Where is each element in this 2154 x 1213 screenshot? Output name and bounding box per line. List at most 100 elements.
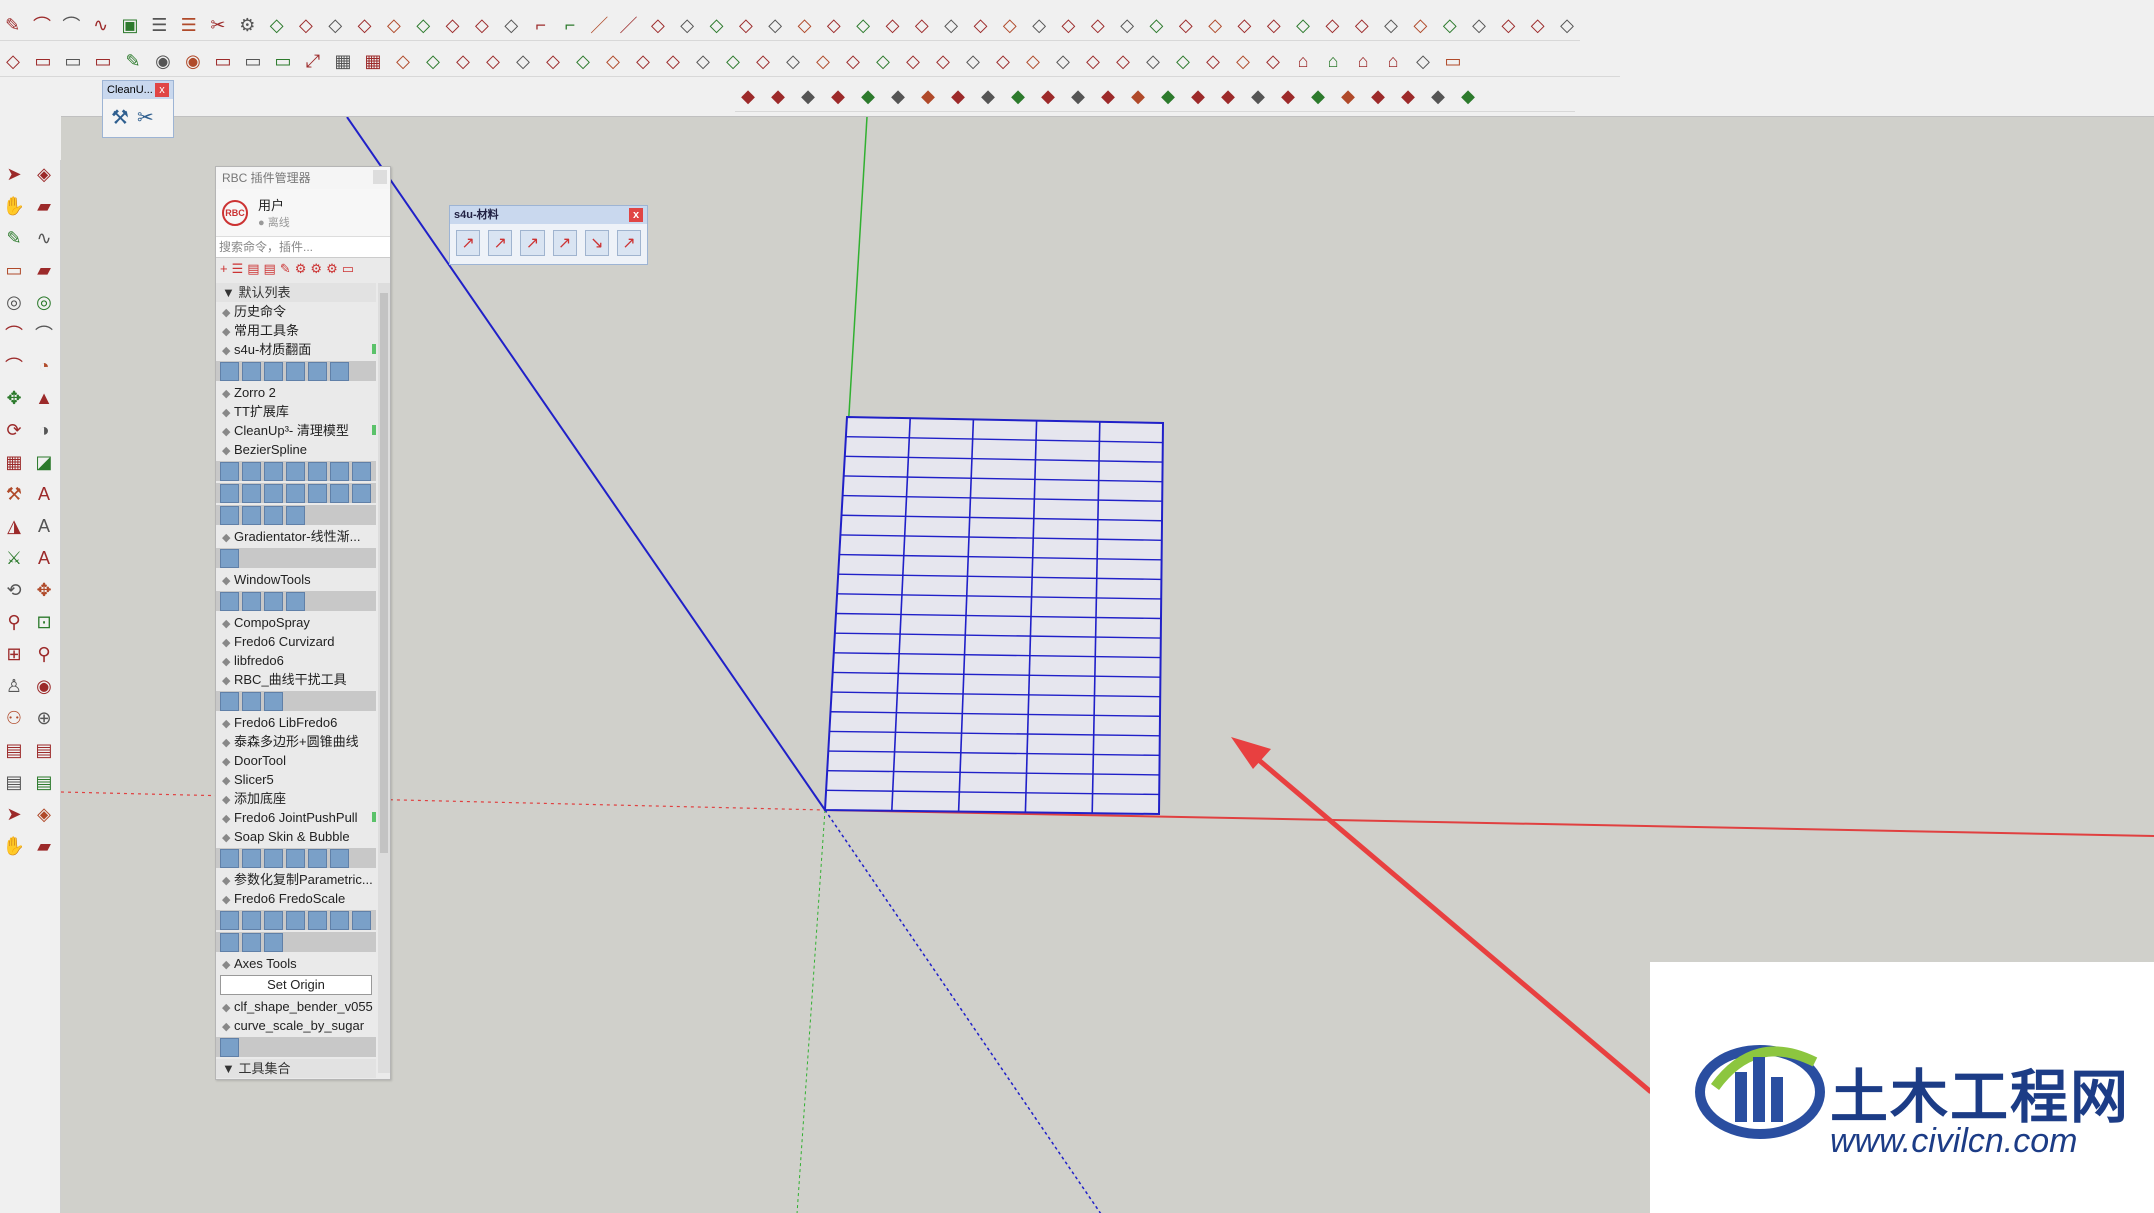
extents-icon[interactable]: ⊞ bbox=[0, 640, 28, 668]
cut-icon[interactable]: ✂ bbox=[205, 12, 230, 38]
plugin-tool-icon[interactable] bbox=[220, 548, 239, 568]
box-icon[interactable]: ◆ bbox=[1215, 83, 1241, 109]
plugin-tool-icon[interactable] bbox=[220, 591, 239, 611]
plugin-tool-icon[interactable] bbox=[286, 505, 305, 525]
eraser-icon[interactable]: ▰ bbox=[30, 832, 58, 860]
tool-icon[interactable]: ◇ bbox=[600, 48, 626, 74]
shape-icon[interactable]: ◇ bbox=[1349, 12, 1374, 38]
footprint-icon[interactable]: ⚇ bbox=[0, 704, 28, 732]
plugin-tool-icon[interactable] bbox=[220, 505, 239, 525]
text-icon[interactable]: ▭ bbox=[60, 48, 86, 74]
list-item[interactable]: ◆ Soap Skin & Bubble bbox=[216, 827, 376, 846]
pen-icon[interactable]: ✎ bbox=[280, 261, 291, 277]
plugin-tool-icon[interactable] bbox=[308, 483, 327, 503]
box-icon[interactable]: ◆ bbox=[1035, 83, 1061, 109]
list-item[interactable]: ◆ Fredo6 Curvizard bbox=[216, 632, 376, 651]
plugin-tool-icon[interactable] bbox=[286, 483, 305, 503]
eye-icon[interactable]: ◉ bbox=[30, 672, 58, 700]
push-icon[interactable]: ▲ bbox=[30, 384, 58, 412]
shape-icon[interactable]: ◇ bbox=[381, 12, 406, 38]
pie-icon[interactable]: ◔ bbox=[30, 352, 58, 380]
shape-icon[interactable]: ◇ bbox=[1173, 12, 1198, 38]
plugin-tool-icon[interactable] bbox=[264, 505, 283, 525]
shape-icon[interactable]: ◇ bbox=[1408, 12, 1433, 38]
tool-icon[interactable]: ◇ bbox=[510, 48, 536, 74]
list-section[interactable]: ▼ 工具集合 bbox=[216, 1059, 376, 1078]
shape-icon[interactable]: ◇ bbox=[1466, 12, 1491, 38]
plugin-tool-icon[interactable] bbox=[242, 848, 261, 868]
shape-icon[interactable]: ◇ bbox=[1378, 12, 1403, 38]
plugin-tool-icon[interactable] bbox=[242, 461, 261, 481]
box-icon[interactable]: ◆ bbox=[1305, 83, 1331, 109]
shape-icon[interactable]: ◇ bbox=[1496, 12, 1521, 38]
plugin-tool-icon[interactable] bbox=[308, 910, 327, 930]
shape-icon[interactable]: ◇ bbox=[968, 12, 993, 38]
tape-icon[interactable]: ⚒ bbox=[0, 480, 28, 508]
house-icon[interactable]: ⌂ bbox=[1350, 48, 1376, 74]
list-item[interactable]: ◆ Gradientator-线性渐... bbox=[216, 527, 376, 546]
tool-icon[interactable]: ◇ bbox=[630, 48, 656, 74]
arc-icon[interactable]: ⌒ bbox=[29, 12, 54, 38]
plugin-tool-icon[interactable] bbox=[286, 910, 305, 930]
shape-icon[interactable]: ◇ bbox=[821, 12, 846, 38]
rect-icon[interactable]: ▰ bbox=[30, 256, 58, 284]
shape-icon[interactable]: ◇ bbox=[1114, 12, 1139, 38]
shape-icon[interactable]: ◇ bbox=[997, 12, 1022, 38]
shape-icon[interactable]: ◇ bbox=[675, 12, 700, 38]
shape-icon[interactable]: ◇ bbox=[792, 12, 817, 38]
shape-icon[interactable]: ◇ bbox=[1554, 12, 1579, 38]
rbc-user-block[interactable]: RBC 用户 ● 离线 bbox=[216, 189, 390, 237]
plugin-tool-icon[interactable] bbox=[242, 505, 261, 525]
shape-icon[interactable]: ◇ bbox=[939, 12, 964, 38]
tool-icon[interactable]: ◇ bbox=[780, 48, 806, 74]
tool-icon[interactable]: ◇ bbox=[570, 48, 596, 74]
move-icon[interactable]: ✥ bbox=[0, 384, 28, 412]
tool-icon[interactable]: ◇ bbox=[750, 48, 776, 74]
plugin-tool-icon[interactable] bbox=[220, 910, 239, 930]
material-tool-icon[interactable]: ↗ bbox=[520, 230, 545, 256]
map-icon[interactable]: ▦ bbox=[360, 48, 386, 74]
line-icon[interactable]: ／ bbox=[616, 12, 641, 38]
spline-icon[interactable]: ∿ bbox=[88, 12, 113, 38]
plugin-tool-icon[interactable] bbox=[242, 932, 261, 952]
shape-icon[interactable]: ◇ bbox=[851, 12, 876, 38]
tool-icon[interactable]: ◇ bbox=[840, 48, 866, 74]
tool-icon[interactable]: ◇ bbox=[900, 48, 926, 74]
material-tool-icon[interactable]: ↗ bbox=[552, 230, 577, 256]
cleanup-close-button[interactable]: x bbox=[155, 83, 169, 97]
plugin-tool-icon[interactable] bbox=[330, 910, 349, 930]
tool-icon[interactable]: ◇ bbox=[480, 48, 506, 74]
doc-icon[interactable]: ▭ bbox=[240, 48, 266, 74]
tool-icon[interactable]: ◇ bbox=[1260, 48, 1286, 74]
tool-icon[interactable]: ◇ bbox=[870, 48, 896, 74]
rbc-title-bar[interactable]: RBC 插件管理器 bbox=[216, 167, 390, 189]
shape-icon[interactable]: ◇ bbox=[1026, 12, 1051, 38]
list-item[interactable]: ◆ CompoSpray bbox=[216, 613, 376, 632]
list-item[interactable]: ◆ Fredo6 JointPushPull bbox=[216, 808, 376, 827]
scale-icon[interactable]: ▦ bbox=[0, 448, 28, 476]
box-icon[interactable]: ◆ bbox=[1155, 83, 1181, 109]
list-item[interactable]: ◆ libfredo6 bbox=[216, 651, 376, 670]
box-icon[interactable]: ◆ bbox=[825, 83, 851, 109]
tool-icon[interactable]: ◇ bbox=[810, 48, 836, 74]
broom-icon[interactable]: ⚒ bbox=[111, 105, 129, 130]
plugin-icon-strip[interactable] bbox=[216, 505, 376, 525]
plugin-tool-icon[interactable] bbox=[308, 848, 327, 868]
folder-icon[interactable]: ▭ bbox=[30, 48, 56, 74]
shape-icon[interactable]: ◇ bbox=[1202, 12, 1227, 38]
list-item[interactable]: ◆ BezierSpline bbox=[216, 440, 376, 459]
box-icon[interactable]: ◆ bbox=[1335, 83, 1361, 109]
orbit-icon[interactable]: ✋ bbox=[0, 192, 28, 220]
tool-icon[interactable]: ⌂ bbox=[1290, 48, 1316, 74]
shape-icon[interactable]: ◇ bbox=[499, 12, 524, 38]
tool-icon[interactable]: ◇ bbox=[990, 48, 1016, 74]
list-item[interactable]: ◆ Fredo6 LibFredo6 bbox=[216, 713, 376, 732]
expand-icon[interactable]: ⤢ bbox=[300, 48, 326, 74]
box-icon[interactable]: ◆ bbox=[1185, 83, 1211, 109]
tool-icon[interactable]: ◇ bbox=[1050, 48, 1076, 74]
plugin-icon-strip[interactable] bbox=[216, 848, 376, 868]
rbc-close-button[interactable] bbox=[373, 170, 387, 184]
plugin-tool-icon[interactable] bbox=[286, 361, 305, 381]
circle-icon[interactable]: ◉ bbox=[150, 48, 176, 74]
plugin-tool-icon[interactable] bbox=[286, 591, 305, 611]
